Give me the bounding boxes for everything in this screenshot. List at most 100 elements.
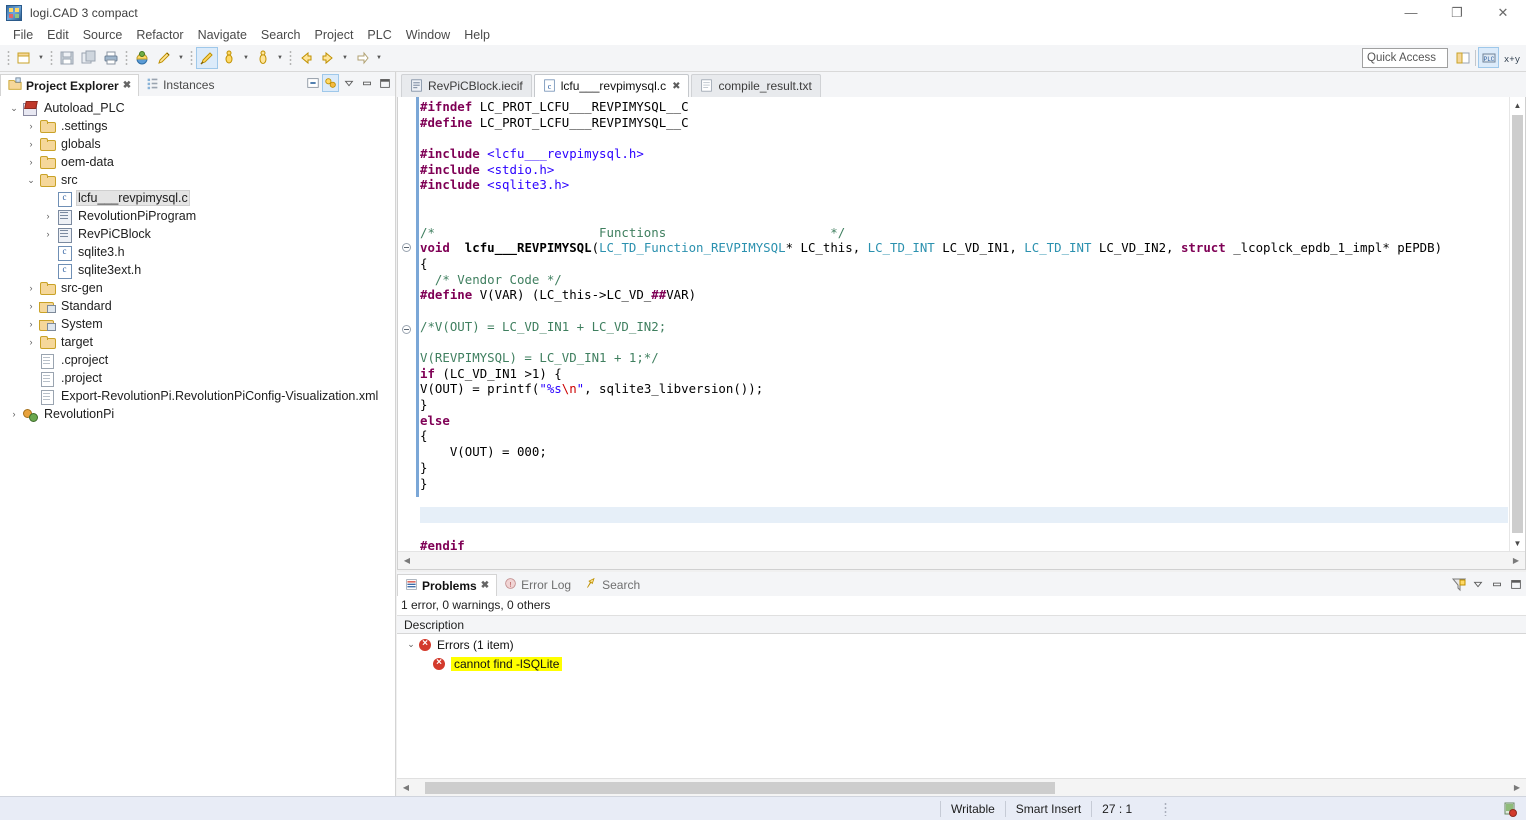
filters-icon[interactable] bbox=[1450, 575, 1467, 593]
back-icon[interactable] bbox=[295, 47, 317, 69]
tab-error-log[interactable]: ! Error Log bbox=[497, 574, 578, 596]
tree-item[interactable]: › target bbox=[0, 333, 394, 351]
tab-problems[interactable]: Problems ✖ bbox=[397, 574, 498, 596]
code-line[interactable]: } bbox=[420, 460, 1508, 476]
code-line[interactable] bbox=[420, 209, 1508, 225]
toolbar-grip-2[interactable] bbox=[50, 49, 53, 67]
tree-item[interactable]: › RevPiCBlock bbox=[0, 225, 394, 243]
code-line[interactable]: #include <sqlite3.h> bbox=[420, 177, 1508, 193]
code-line[interactable] bbox=[420, 506, 1508, 523]
folding-gutter[interactable] bbox=[398, 97, 416, 551]
status-resize-grip[interactable] bbox=[1164, 801, 1168, 816]
scroll-left-icon[interactable]: ◀ bbox=[397, 783, 415, 792]
new-wizard-icon[interactable] bbox=[13, 47, 35, 69]
code-line[interactable]: #include <lcfu___revpimysql.h> bbox=[420, 146, 1508, 162]
tree-item[interactable]: ⌄ Autoload_PLC bbox=[0, 99, 394, 117]
tree-item[interactable]: › RevolutionPi bbox=[0, 405, 394, 423]
new-wizard-dropdown-icon[interactable] bbox=[35, 47, 47, 69]
code-line[interactable]: if (LC_VD_IN1 >1) { bbox=[420, 366, 1508, 382]
chevron-right-icon[interactable]: › bbox=[23, 319, 39, 329]
horizontal-scroll-track[interactable] bbox=[415, 781, 1508, 795]
tree-item[interactable]: Export-RevolutionPi.RevolutionPiConfig-V… bbox=[0, 387, 394, 405]
chevron-right-icon[interactable]: › bbox=[23, 301, 39, 311]
quick-access-input[interactable]: Quick Access bbox=[1362, 48, 1448, 68]
code-line[interactable] bbox=[420, 303, 1508, 319]
tree-item[interactable]: › System bbox=[0, 315, 394, 333]
chevron-right-icon[interactable]: › bbox=[40, 229, 56, 239]
chevron-right-icon[interactable]: › bbox=[6, 409, 22, 419]
code-line[interactable] bbox=[420, 334, 1508, 350]
variables-perspective-icon[interactable]: x+y bbox=[1501, 47, 1522, 68]
code-line[interactable]: #ifndef LC_PROT_LCFU___REVPIMYSQL__C bbox=[420, 99, 1508, 115]
problems-list[interactable]: ⌄ Errors (1 item) cannot find -lSQLite bbox=[397, 635, 1526, 778]
run-external-tools-icon[interactable] bbox=[153, 47, 175, 69]
problems-column-header[interactable]: Description bbox=[397, 615, 1526, 634]
next-annotation-dropdown-icon[interactable] bbox=[373, 47, 385, 69]
close-icon[interactable]: ✖ bbox=[481, 580, 489, 591]
code-line[interactable] bbox=[420, 130, 1508, 146]
tab-instances[interactable]: Instances bbox=[139, 74, 221, 96]
tree-item[interactable]: › Standard bbox=[0, 297, 394, 315]
forward-dropdown-icon[interactable] bbox=[339, 47, 351, 69]
build-status-icon[interactable] bbox=[1502, 801, 1518, 817]
chevron-down-icon[interactable]: ⌄ bbox=[6, 103, 22, 114]
collapse-all-icon[interactable] bbox=[304, 74, 321, 92]
editor-tab[interactable]: compile_result.txt bbox=[691, 74, 821, 97]
print-icon[interactable] bbox=[100, 47, 122, 69]
menu-help[interactable]: Help bbox=[457, 26, 497, 44]
code-line[interactable]: /* Vendor Code */ bbox=[420, 272, 1508, 288]
code-line[interactable]: V(REVPIMYSQL) = LC_VD_IN1 + 1;*/ bbox=[420, 350, 1508, 366]
code-line[interactable]: void lcfu___REVPIMYSQL(LC_TD_Function_RE… bbox=[420, 240, 1508, 256]
forward-icon[interactable] bbox=[317, 47, 339, 69]
code-line[interactable]: #define LC_PROT_LCFU___REVPIMYSQL__C bbox=[420, 115, 1508, 131]
tree-item[interactable]: ⌄ src bbox=[0, 171, 394, 189]
view-menu-icon[interactable] bbox=[1469, 575, 1486, 593]
project-tree[interactable]: ⌄ Autoload_PLC › .settings › globals › oem-data… bbox=[0, 96, 394, 796]
menu-source[interactable]: Source bbox=[76, 26, 130, 44]
problems-group-row[interactable]: ⌄ Errors (1 item) bbox=[397, 635, 1526, 654]
open-perspective-icon[interactable] bbox=[1452, 47, 1473, 68]
horizontal-scroll-thumb[interactable] bbox=[425, 781, 1055, 794]
next-annotation-icon[interactable] bbox=[351, 47, 373, 69]
chevron-right-icon[interactable]: › bbox=[23, 139, 39, 149]
build-icon[interactable] bbox=[131, 47, 153, 69]
menu-file[interactable]: File bbox=[6, 26, 40, 44]
external-tools-dropdown-icon[interactable] bbox=[175, 47, 187, 69]
minimize-view-icon[interactable] bbox=[1488, 575, 1505, 593]
problem-item-row[interactable]: cannot find -lSQLite bbox=[397, 654, 1526, 673]
code-content[interactable]: #ifndef LC_PROT_LCFU___REVPIMYSQL__C #def… bbox=[420, 97, 1508, 551]
code-line[interactable]: #define V(VAR) (LC_this->LC_VD_##VAR) bbox=[420, 287, 1508, 303]
menu-project[interactable]: Project bbox=[308, 26, 361, 44]
code-line[interactable]: V(OUT) = printf("%s\n", sqlite3_libversi… bbox=[420, 381, 1508, 397]
tree-item[interactable]: › globals bbox=[0, 135, 394, 153]
tree-item[interactable]: .project bbox=[0, 369, 394, 387]
close-icon[interactable]: ✖ bbox=[123, 80, 131, 91]
maximize-button[interactable]: ❐ bbox=[1434, 0, 1480, 25]
maximize-view-icon[interactable] bbox=[376, 74, 393, 92]
save-icon[interactable] bbox=[56, 47, 78, 69]
tree-item[interactable]: › RevolutionPiProgram bbox=[0, 207, 394, 225]
code-line[interactable]: } bbox=[420, 397, 1508, 413]
chevron-right-icon[interactable]: › bbox=[40, 211, 56, 221]
scroll-up-icon[interactable]: ▲ bbox=[1510, 97, 1525, 113]
tree-item[interactable]: lcfu___revpimysql.c bbox=[0, 189, 394, 207]
tree-item[interactable]: › .settings bbox=[0, 117, 394, 135]
minimize-view-icon[interactable] bbox=[358, 74, 375, 92]
tree-item[interactable]: .cproject bbox=[0, 351, 394, 369]
tab-project-explorer[interactable]: Project Explorer ✖ bbox=[0, 74, 140, 96]
code-line[interactable]: #endif bbox=[420, 538, 1508, 551]
maximize-view-icon[interactable] bbox=[1507, 575, 1524, 593]
code-line[interactable]: else bbox=[420, 413, 1508, 429]
tab-search[interactable]: Search bbox=[578, 574, 647, 596]
chevron-right-icon[interactable]: › bbox=[23, 121, 39, 131]
menu-window[interactable]: Window bbox=[399, 26, 457, 44]
run-icon[interactable] bbox=[196, 47, 218, 69]
menu-navigate[interactable]: Navigate bbox=[191, 26, 254, 44]
menu-refactor[interactable]: Refactor bbox=[129, 26, 190, 44]
view-menu-icon[interactable] bbox=[340, 74, 357, 92]
toolbar-grip-4[interactable] bbox=[190, 49, 193, 67]
vertical-scroll-thumb[interactable] bbox=[1512, 115, 1523, 533]
close-icon[interactable]: ✖ bbox=[672, 81, 680, 92]
debug-dropdown-icon[interactable] bbox=[240, 47, 252, 69]
editor-tab[interactable]: RevPiCBlock.iecif bbox=[401, 74, 532, 97]
